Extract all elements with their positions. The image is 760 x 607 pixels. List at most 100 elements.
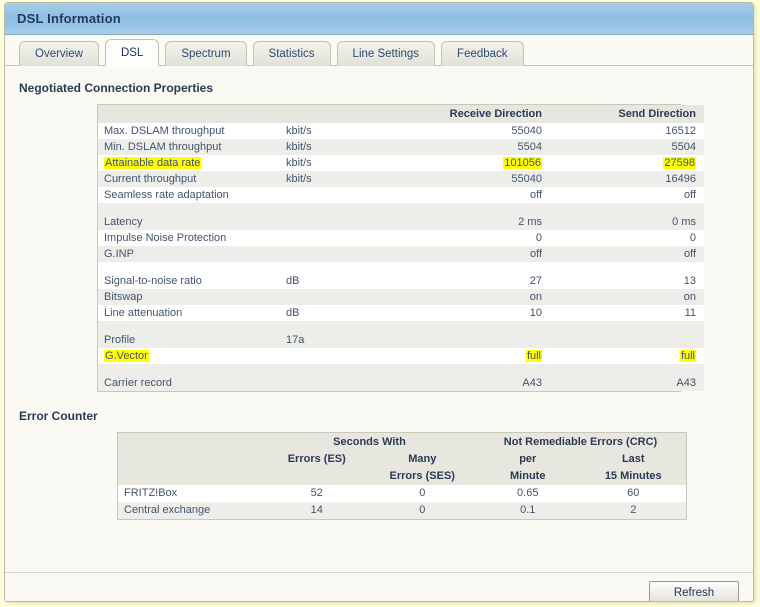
row-receive-value: on [396, 289, 550, 305]
row-send-value-highlight: 27598 [663, 157, 696, 169]
error-group-header-row: Seconds With Not Remediable Errors (CRC) [118, 433, 686, 451]
row-unit: kbit/s [286, 171, 396, 187]
row-send-value: 11 [550, 305, 704, 321]
table-row: Line attenuation dB 10 11 [98, 305, 704, 321]
row-receive-value: 2 ms [396, 214, 550, 230]
row-label-highlight: Attainable data rate [104, 157, 202, 169]
row-unit [286, 187, 396, 203]
table-row: G.INP off off [98, 246, 704, 262]
row-label: Signal-to-noise ratio [98, 273, 286, 289]
negotiated-header-row: Receive Direction Send Direction [98, 105, 704, 123]
error-row-last-15-minutes: 2 [580, 502, 686, 519]
page-title: DSL Information [17, 11, 121, 26]
table-row: Max. DSLAM throughput kbit/s 55040 16512 [98, 123, 704, 139]
table-row: FRITZ!Box 52 0 0.65 60 [118, 485, 686, 502]
error-group-seconds-with: Seconds With [264, 433, 475, 451]
row-receive-value-highlight: full [525, 350, 542, 362]
row-receive-value [396, 332, 550, 348]
row-send-value: 27598 [550, 155, 704, 171]
negotiated-section-title: Negotiated Connection Properties [19, 81, 214, 95]
error-counter-table: Seconds With Not Remediable Errors (CRC)… [117, 432, 687, 520]
negotiated-header-receive: Receive Direction [396, 105, 550, 123]
error-col-many-errors-line2: Errors (SES) [369, 468, 475, 485]
tab-strip: Overview DSL Spectrum Statistics Line Settin… [5, 35, 753, 67]
tab-feedback[interactable]: Feedback [441, 41, 524, 66]
tab-list: Overview DSL Spectrum Statistics Line Settin… [19, 35, 753, 67]
row-receive-value: 101056 [396, 155, 550, 171]
table-row: Impulse Noise Protection 0 0 [98, 230, 704, 246]
error-row-per-minute: 0.65 [475, 485, 581, 502]
error-col-blank-1 [118, 451, 264, 468]
refresh-button[interactable]: Refresh [649, 581, 739, 601]
error-table: Seconds With Not Remediable Errors (CRC)… [118, 433, 686, 519]
error-col-blank-2 [118, 468, 264, 485]
negotiated-connection-properties-table: Receive Direction Send Direction Max. DSLA… [97, 104, 704, 392]
row-send-value: on [550, 289, 704, 305]
row-send-value: full [550, 348, 704, 364]
row-unit: dB [286, 273, 396, 289]
error-col-errors-es-line2 [264, 468, 370, 485]
row-unit [286, 289, 396, 305]
tab-overview[interactable]: Overview [19, 41, 99, 66]
row-send-value-highlight: full [679, 350, 696, 362]
error-col-header-row-1: Errors (ES) Many per Last [118, 451, 686, 468]
row-receive-value: full [396, 348, 550, 364]
table-row: Signal-to-noise ratio dB 27 13 [98, 273, 704, 289]
negotiated-spacer-row [98, 203, 704, 214]
error-counter-section-title: Error Counter [19, 409, 98, 423]
row-unit [286, 230, 396, 246]
row-label: Impulse Noise Protection [98, 230, 286, 246]
error-col-last15-line2: 15 Minutes [580, 468, 686, 485]
error-col-header-row-2: Errors (SES) Minute 15 Minutes [118, 468, 686, 485]
row-send-value: 5504 [550, 139, 704, 155]
row-unit: kbit/s [286, 139, 396, 155]
row-label: Carrier record [98, 375, 286, 391]
row-receive-value: 5504 [396, 139, 550, 155]
negotiated-spacer-row [98, 364, 704, 375]
table-row: Profile 17a [98, 332, 704, 348]
row-label: G.INP [98, 246, 286, 262]
row-label: Seamless rate adaptation [98, 187, 286, 203]
window-title-bar: DSL Information [5, 3, 753, 35]
row-unit [286, 375, 396, 391]
error-col-last15-line1: Last [580, 451, 686, 468]
tab-spectrum[interactable]: Spectrum [165, 41, 247, 66]
negotiated-spacer-row [98, 262, 704, 273]
row-send-value [550, 332, 704, 348]
negotiated-header-send: Send Direction [550, 105, 704, 123]
footer-bar: Refresh [5, 572, 753, 601]
error-row-name: Central exchange [118, 502, 264, 519]
error-group-blank [118, 433, 264, 451]
error-col-many-errors-line1: Many [369, 451, 475, 468]
row-receive-value: 55040 [396, 123, 550, 139]
table-row: Bitswap on on [98, 289, 704, 305]
row-label: Max. DSLAM throughput [98, 123, 286, 139]
dsl-information-card: DSL Information Overview DSL Spectrum Stati… [4, 2, 754, 602]
tab-dsl[interactable]: DSL [104, 39, 160, 67]
negotiated-header-label [98, 105, 286, 123]
spacer-cell [98, 364, 704, 375]
row-label: Profile [98, 332, 286, 348]
negotiated-spacer-row [98, 321, 704, 332]
row-label: G.Vector [98, 348, 286, 364]
row-send-value: 0 [550, 230, 704, 246]
table-row: Carrier record A43 A43 [98, 375, 704, 391]
row-unit: kbit/s [286, 155, 396, 171]
row-unit [286, 246, 396, 262]
spacer-cell [98, 262, 704, 273]
row-receive-value-highlight: 101056 [503, 157, 542, 169]
content-area: Negotiated Connection Properties Receive… [5, 81, 753, 601]
row-unit [286, 214, 396, 230]
row-receive-value: off [396, 187, 550, 203]
tab-line-settings[interactable]: Line Settings [336, 41, 436, 66]
error-col-per-minute-line1: per [475, 451, 581, 468]
error-col-errors-es: Errors (ES) [264, 451, 370, 468]
negotiated-table: Receive Direction Send Direction Max. DSLA… [98, 105, 704, 391]
row-receive-value: 10 [396, 305, 550, 321]
tab-statistics[interactable]: Statistics [252, 41, 331, 66]
row-send-value: 13 [550, 273, 704, 289]
table-row: Current throughput kbit/s 55040 16496 [98, 171, 704, 187]
row-unit [286, 348, 396, 364]
row-send-value: off [550, 246, 704, 262]
error-row-per-minute: 0.1 [475, 502, 581, 519]
